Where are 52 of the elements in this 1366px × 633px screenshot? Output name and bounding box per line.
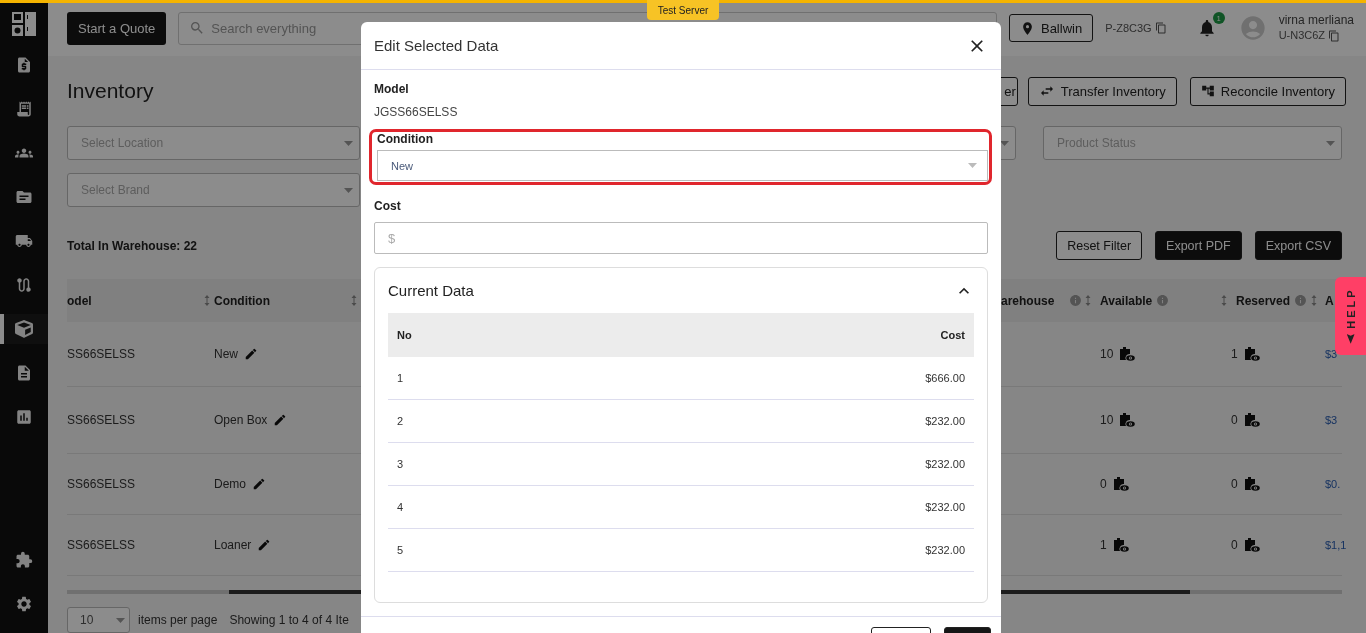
column-header: Available: [1100, 293, 1153, 308]
user-name: virna merliana: [1278, 13, 1354, 28]
column-header: odel: [67, 293, 92, 308]
table-cell: $232.00: [681, 400, 974, 443]
table-cell: SS66SELSS: [67, 477, 136, 491]
table-cell: $0.: [1325, 478, 1341, 490]
column-header: Cost: [681, 313, 974, 357]
pagination-summary: Showing 1 to 4 of 4 Ite: [229, 613, 349, 627]
table-cell: 0: [1231, 538, 1238, 552]
card-title: Current Data: [388, 282, 474, 299]
column-header: Reserved: [1236, 293, 1291, 308]
table-cell: 0: [1231, 413, 1238, 427]
table-cell: 10: [1100, 347, 1114, 361]
table-cell: 1: [1231, 347, 1238, 361]
table-cell: SS66SELSS: [67, 538, 136, 552]
table-cell: 5: [388, 529, 681, 572]
model-value: JGSS66SELSS: [374, 105, 459, 119]
test-server-badge: Test Server: [647, 0, 719, 20]
table-cell: SS66SELSS: [67, 347, 136, 361]
field-label: Condition: [377, 132, 434, 146]
table-cell: SS66SELSS: [67, 413, 136, 427]
dialog-title: Edit Selected Data: [374, 37, 499, 54]
table-cell: $3: [1325, 414, 1338, 426]
per-page-label: items per page: [138, 613, 218, 627]
table-cell: $1,1: [1325, 539, 1347, 551]
column-header: Condition: [214, 293, 270, 308]
table-cell: $232.00: [681, 486, 974, 529]
table-cell: New: [214, 347, 238, 361]
table-cell: $3: [1325, 348, 1338, 360]
column-header: A: [1325, 293, 1334, 308]
table-cell: Open Box: [214, 413, 268, 427]
table-cell: 10: [1100, 413, 1114, 427]
table-cell: $232.00: [681, 529, 974, 572]
table-cell: 0: [1100, 477, 1107, 491]
table-cell: $232.00: [681, 443, 974, 486]
company-code: P-Z8C3G: [1105, 22, 1152, 34]
column-header: No: [388, 313, 681, 357]
user-code: U-N3C6Z: [1278, 28, 1326, 43]
table-cell: 0: [1231, 477, 1238, 491]
table-cell: 2: [388, 400, 681, 443]
table-cell: 3: [388, 443, 681, 486]
table-cell: $666.00: [681, 357, 974, 400]
table-cell: Loaner: [214, 538, 252, 552]
column-header: arehouse: [1001, 293, 1055, 308]
table-cell: Demo: [214, 477, 246, 491]
warehouse-total: Total In Warehouse: 22: [67, 238, 198, 253]
page-title: Inventory: [67, 79, 154, 103]
field-label: Model: [374, 82, 410, 96]
table-cell: 1: [388, 357, 681, 400]
field-label: Cost: [374, 199, 402, 213]
table-cell: 4: [388, 486, 681, 529]
table-cell: 1: [1100, 538, 1107, 552]
